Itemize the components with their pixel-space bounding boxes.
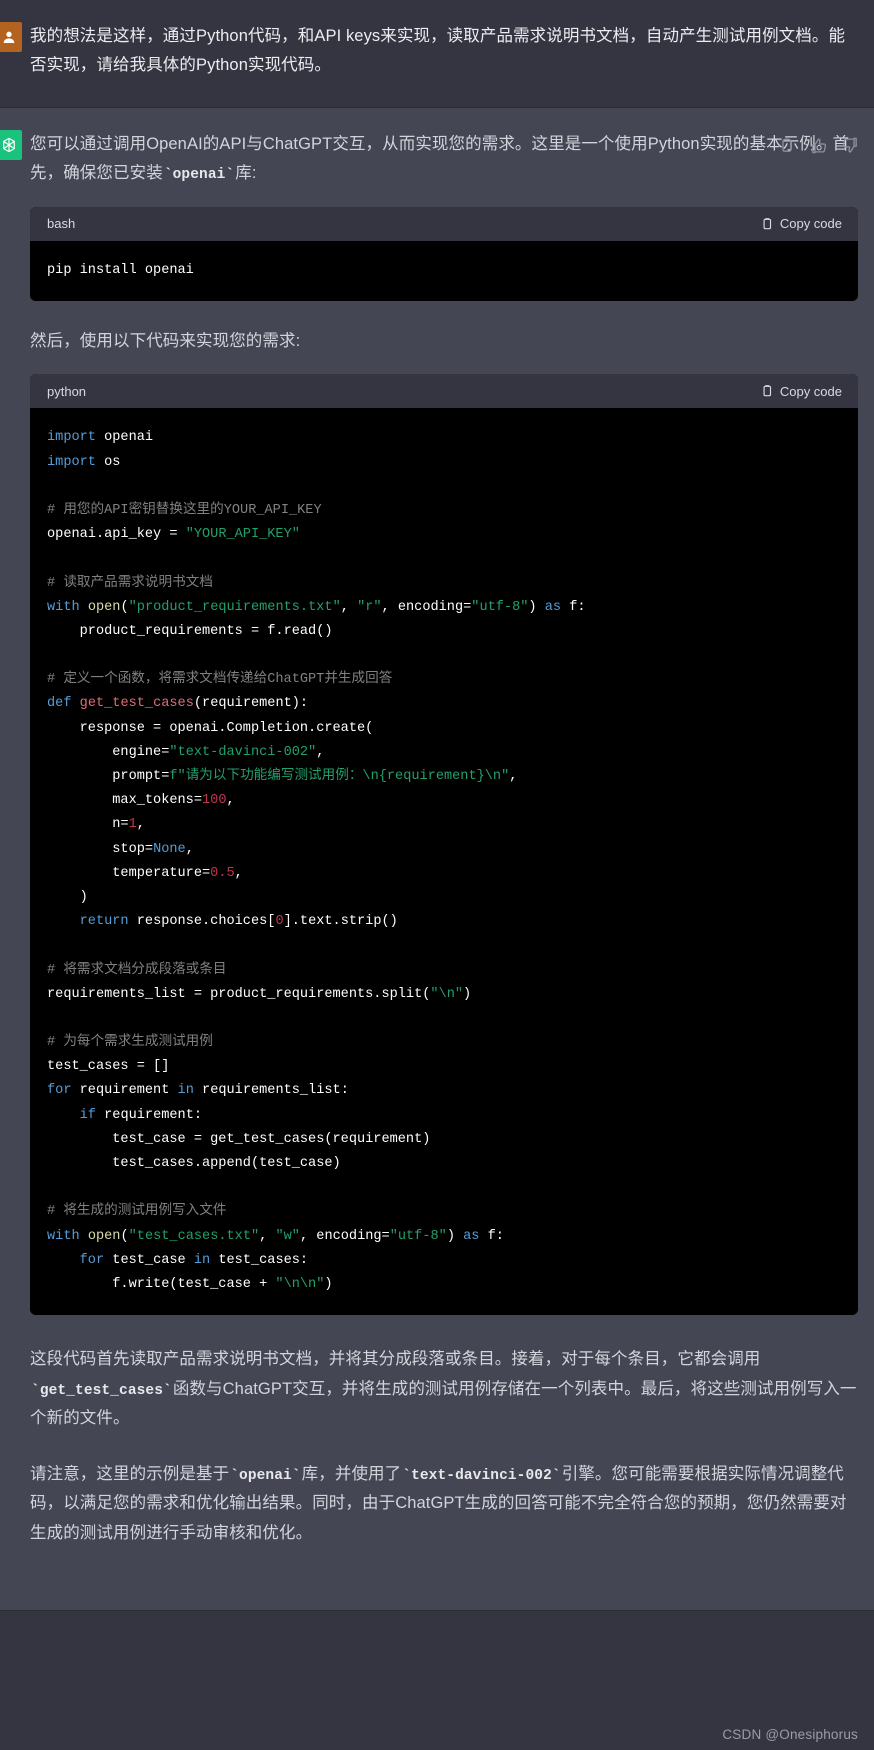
copy-message-icon[interactable] — [777, 136, 796, 155]
bash-code-language-label: bash — [47, 216, 76, 232]
clipboard-icon — [760, 217, 774, 231]
user-avatar-icon — [0, 22, 22, 52]
user-message-content: 我的想法是这样，通过Python代码，和API keys来实现，读取产品需求说明… — [30, 22, 874, 85]
closing-1: 这段代码首先读取产品需求说明书文档，并将其分成段落或条目。接着，对于每个条目，它… — [30, 1345, 858, 1434]
python-code-language-label: python — [47, 383, 87, 399]
bash-code-body: pip install openai — [30, 240, 858, 302]
mid-text: 然后，使用以下代码来实现您的需求: — [30, 332, 301, 351]
inline-code-openai-2: `openai` — [230, 1467, 301, 1484]
inline-code-text-davinci: `text-davinci-002` — [402, 1467, 561, 1484]
closing-2-part-b: 库，并使用了 — [301, 1464, 402, 1483]
inline-code-openai: `openai` — [163, 167, 235, 184]
bash-code-text[interactable]: pip install openai — [47, 259, 841, 283]
inline-code-get-test-cases: `get_test_cases` — [31, 1382, 172, 1399]
bottom-spacer — [30, 1552, 858, 1588]
python-code-body: import openai import os # 用您的API密钥替换这里的Y… — [30, 408, 858, 1316]
csdn-watermark: CSDN @Onesiphorus — [722, 1727, 858, 1742]
bash-code-header: bash Copy code — [30, 206, 858, 241]
intro-line: 您可以通过调用OpenAI的API与ChatGPT交互，从而实现您的需求。这里是… — [30, 130, 858, 189]
user-avatar-column — [0, 22, 30, 85]
python-code-block: python Copy code import openai import os… — [30, 374, 858, 1316]
bash-copy-code-label: Copy code — [779, 216, 842, 232]
assistant-message-content: 您可以通过调用OpenAI的API与ChatGPT交互，从而实现您的需求。这里是… — [30, 130, 874, 1588]
assistant-closing-paragraph-1: 这段代码首先读取产品需求说明书文档，并将其分成段落或条目。接着，对于每个条目，它… — [30, 1345, 858, 1434]
python-code-header: python Copy code — [30, 374, 858, 409]
python-copy-code-label: Copy code — [779, 383, 842, 399]
closing-1-part-a: 这段代码首先读取产品需求说明书文档，并将其分成段落或条目。接着，对于每个条目，它… — [30, 1350, 761, 1369]
chatgpt-logo-icon — [0, 129, 22, 160]
python-code-text[interactable]: import openai import os # 用您的API密钥替换这里的Y… — [47, 426, 841, 1297]
intro-text-before-code: 您可以通过调用OpenAI的API与ChatGPT交互，从而实现您的需求。这里是… — [30, 134, 850, 183]
assistant-avatar-column — [0, 129, 30, 1588]
assistant-intro-paragraph: 您可以通过调用OpenAI的API与ChatGPT交互，从而实现您的需求。这里是… — [30, 130, 858, 189]
user-message-text: 我的想法是这样，通过Python代码，和API keys来实现，读取产品需求说明… — [30, 22, 858, 81]
thumbs-down-icon[interactable] — [841, 136, 860, 155]
assistant-mid-paragraph: 然后，使用以下代码来实现您的需求: — [30, 327, 858, 356]
intro-text-after-code: 库: — [235, 164, 257, 183]
message-actions — [777, 136, 860, 155]
thumbs-up-icon[interactable] — [809, 136, 828, 155]
closing-2: 请注意，这里的示例是基于`openai`库，并使用了`text-davinci-… — [30, 1460, 858, 1549]
bash-code-block: bash Copy code pip install openai — [30, 206, 858, 302]
clipboard-icon — [760, 384, 774, 398]
user-paragraph: 我的想法是这样，通过Python代码，和API keys来实现，读取产品需求说明… — [30, 27, 846, 75]
assistant-message: 您可以通过调用OpenAI的API与ChatGPT交互，从而实现您的需求。这里是… — [0, 106, 874, 1612]
closing-2-part-a: 请注意，这里的示例是基于 — [30, 1464, 230, 1483]
python-copy-code-button[interactable]: Copy code — [760, 384, 842, 399]
bash-copy-code-button[interactable]: Copy code — [760, 216, 842, 231]
assistant-closing-paragraph-2: 请注意，这里的示例是基于`openai`库，并使用了`text-davinci-… — [30, 1460, 858, 1549]
user-message: 我的想法是这样，通过Python代码，和API keys来实现，读取产品需求说明… — [0, 0, 874, 107]
